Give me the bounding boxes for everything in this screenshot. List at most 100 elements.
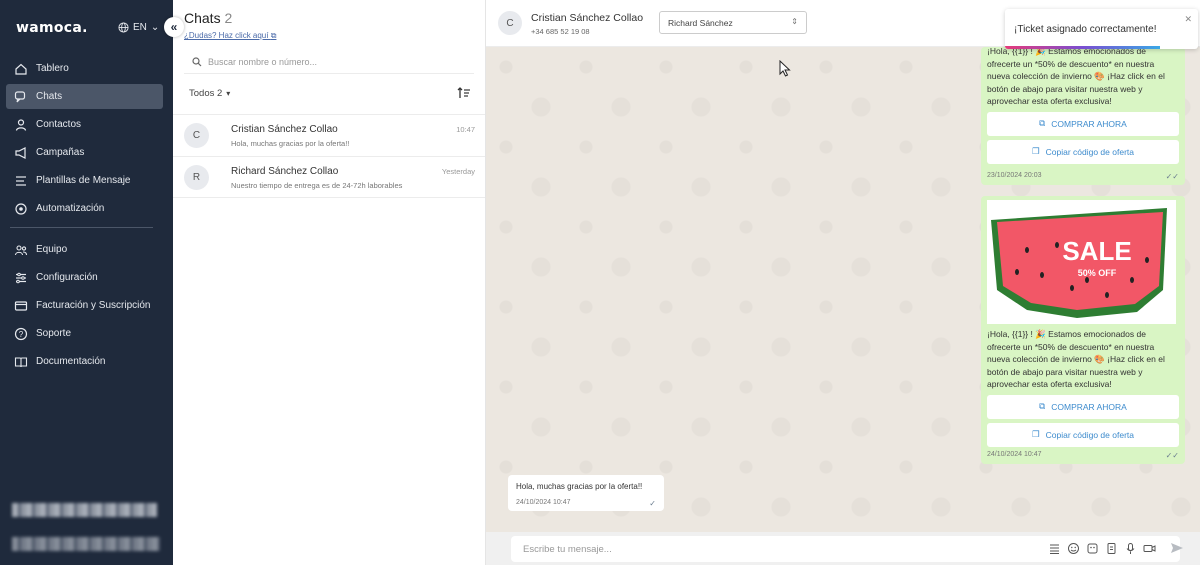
message-input-placeholder: Escribe tu mensaje...: [523, 543, 612, 555]
sidebar-item-label: Contactos: [36, 119, 82, 130]
mouse-cursor-icon: [779, 60, 791, 77]
external-link-icon: ⧉: [1039, 118, 1046, 128]
sidebar-item-facturacion[interactable]: Facturación y Suscripción: [6, 293, 163, 318]
message-text: Hola, muchas gracias por la oferta!!: [516, 482, 643, 491]
avatar: C: [184, 123, 209, 148]
chat-list-panel: Chats 2 ¿Dudas? Haz click aquí ⧉ Buscar …: [173, 0, 486, 565]
sidebar-item-contactos[interactable]: Contactos: [6, 112, 163, 137]
search-icon: [192, 56, 202, 66]
sidebar-item-label: Facturación y Suscripción: [36, 300, 151, 311]
sale-banner-image[interactable]: SALE 50% OFF: [987, 200, 1176, 324]
chat-contact-name: Cristian Sánchez Collao: [231, 124, 338, 135]
sidebar-item-equipo[interactable]: Equipo: [6, 237, 163, 262]
app-logo[interactable]: wamoca.: [16, 20, 88, 36]
sidebar-item-campanas[interactable]: Campañas: [6, 140, 163, 165]
copy-code-button[interactable]: ❐ Copiar código de oferta: [987, 139, 1179, 164]
close-icon[interactable]: ✕: [1184, 14, 1192, 25]
language-selector[interactable]: EN ⌄: [118, 22, 159, 33]
sliders-icon: [16, 272, 26, 283]
sidebar-item-label: Configuración: [36, 272, 98, 283]
contact-name: Cristian Sánchez Collao: [531, 12, 644, 24]
sidebar-item-label: Chats: [36, 91, 63, 102]
user-name-redacted: [12, 503, 157, 517]
buy-now-button[interactable]: ⧉ COMPRAR AHORA: [987, 394, 1179, 419]
check-icon: ✓: [649, 498, 656, 508]
sidebar-item-soporte[interactable]: ? Soporte: [6, 321, 163, 346]
double-check-icon: ✓✓: [1165, 450, 1179, 460]
copy-icon: ❐: [1032, 146, 1040, 156]
chat-list-item[interactable]: C Cristian Sánchez Collao Hola, muchas g…: [173, 114, 485, 156]
assignee-select[interactable]: Richard Sánchez ⇕: [659, 11, 807, 34]
external-link-icon: ⧉: [1039, 401, 1046, 411]
video-icon[interactable]: [1143, 542, 1156, 555]
chat-list-item[interactable]: R Richard Sánchez Collao Nuestro tiempo …: [173, 156, 485, 198]
sidebar-item-label: Soporte: [36, 328, 72, 339]
buy-now-button[interactable]: ⧉ COMPRAR AHORA: [987, 111, 1179, 136]
user-email-redacted: [12, 537, 160, 551]
sidebar-nav: Tablero Chats Contactos Campañas Plantil…: [0, 56, 173, 377]
message-area[interactable]: ¡Hola, {{1}} ! 🎉 Estamos emocionados de …: [486, 47, 1200, 532]
card-icon: [14, 300, 28, 311]
sidebar-item-documentacion[interactable]: Documentación: [6, 349, 163, 374]
sidebar-item-label: Documentación: [36, 356, 106, 367]
template-icon: [16, 175, 26, 186]
button-label: Copiar código de oferta: [1045, 146, 1134, 157]
automation-icon: [15, 202, 27, 215]
globe-icon: [118, 22, 129, 33]
search-input[interactable]: Buscar nombre o número...: [184, 50, 474, 74]
message-timestamp: 24/10/2024 10:47: [987, 450, 1042, 458]
outgoing-message: ¡Hola, {{1}} ! 🎉 Estamos emocionados de …: [981, 47, 1185, 185]
sort-icon[interactable]: [457, 86, 471, 100]
chevron-up-down-icon: ⇕: [791, 17, 798, 26]
assignee-value: Richard Sánchez: [668, 17, 733, 28]
help-icon: ?: [14, 327, 28, 340]
filter-label: Todos 2: [189, 88, 223, 99]
chevron-down-icon: ▾: [226, 89, 231, 98]
message-text: ¡Hola, {{1}} ! 🎉 Estamos emocionados de …: [987, 47, 1165, 106]
toast-message: ¡Ticket asignado correctamente!: [1014, 24, 1157, 35]
sidebar-item-label: Equipo: [36, 244, 68, 255]
message-text: ¡Hola, {{1}} ! 🎉 Estamos emocionados de …: [987, 329, 1165, 389]
avatar: R: [184, 165, 209, 190]
sidebar-item-automatizacion[interactable]: Automatización: [6, 196, 163, 221]
chat-contact-name: Richard Sánchez Collao: [231, 166, 339, 177]
outgoing-message: SALE 50% OFF ¡Hola, {{1}} ! 🎉 Estamos em…: [981, 196, 1185, 464]
avatar: C: [498, 11, 522, 35]
sale-subtitle: 50% OFF: [1078, 268, 1117, 278]
send-icon[interactable]: [1170, 541, 1184, 555]
template-list-icon[interactable]: [1048, 542, 1061, 555]
watermelon-sale-graphic: SALE 50% OFF: [991, 208, 1167, 318]
sidebar-item-tablero[interactable]: Tablero: [6, 56, 163, 81]
button-label: COMPRAR AHORA: [1051, 118, 1127, 129]
chat-count: 2: [224, 10, 233, 26]
contact-phone: +34 685 52 19 08: [531, 27, 590, 36]
sidebar-item-plantillas[interactable]: Plantillas de Mensaje: [6, 168, 163, 193]
megaphone-icon: [15, 146, 26, 159]
message-meta: 24/10/2024 10:47 ✓: [516, 499, 656, 508]
search-placeholder: Buscar nombre o número...: [208, 56, 318, 67]
sidebar-item-label: Automatización: [36, 203, 105, 214]
sidebar-item-configuracion[interactable]: Configuración: [6, 265, 163, 290]
message-composer: Escribe tu mensaje...: [486, 532, 1200, 565]
sidebar-item-label: Tablero: [36, 63, 69, 74]
message-meta: 24/10/2024 10:47 ✓✓: [987, 451, 1179, 460]
team-icon: [14, 244, 28, 255]
help-link[interactable]: ¿Dudas? Haz click aquí ⧉: [184, 31, 276, 41]
chat-time: Yesterday: [441, 167, 475, 176]
sidebar-item-label: Campañas: [36, 147, 85, 158]
sale-title: SALE: [1062, 236, 1131, 266]
emoji-icon[interactable]: [1067, 542, 1080, 555]
sticker-icon[interactable]: [1086, 542, 1099, 555]
microphone-icon[interactable]: [1124, 542, 1137, 555]
attachment-icon[interactable]: [1105, 542, 1118, 555]
filter-dropdown[interactable]: Todos 2 ▾: [189, 88, 230, 99]
conversation-panel: C Cristian Sánchez Collao +34 685 52 19 …: [486, 0, 1200, 565]
copy-code-button[interactable]: ❐ Copiar código de oferta: [987, 422, 1179, 447]
incoming-message: Hola, muchas gracias por la oferta!! 24/…: [508, 475, 664, 511]
sidebar-item-chats[interactable]: Chats: [6, 84, 163, 109]
help-link-text: ¿Dudas? Haz click aquí: [184, 31, 269, 40]
composer-tools: [1048, 542, 1156, 555]
collapse-sidebar-button[interactable]: «: [164, 17, 184, 37]
person-icon: [15, 118, 27, 131]
chat-preview: Hola, muchas gracias por la oferta!!: [231, 139, 350, 148]
